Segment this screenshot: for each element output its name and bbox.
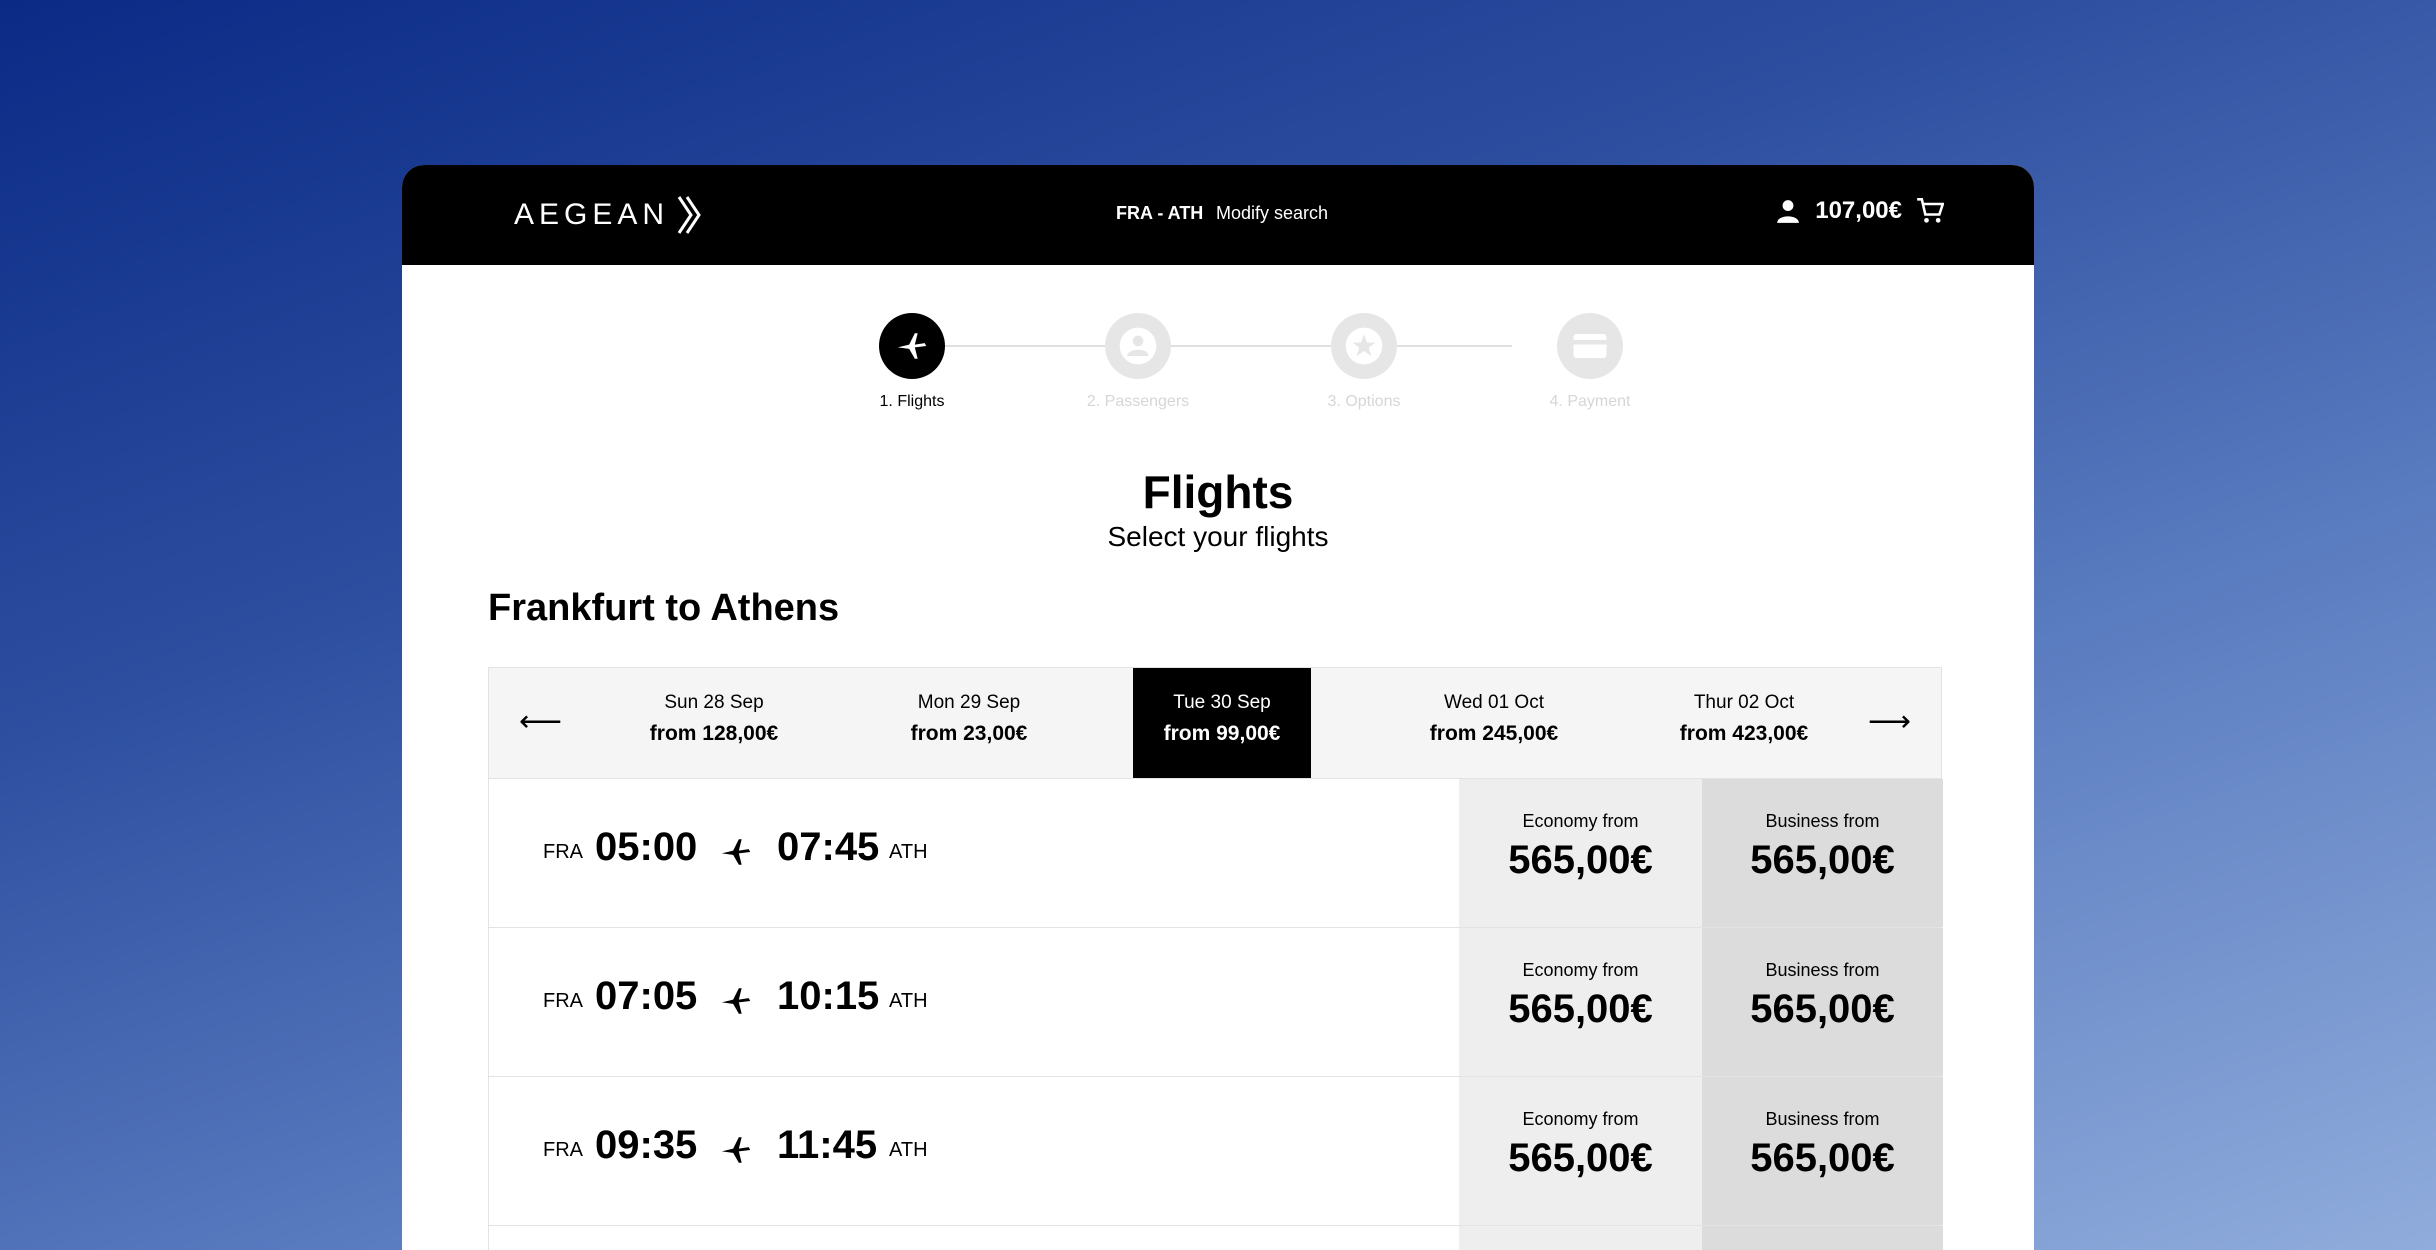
destination-code: ATH: [889, 841, 928, 863]
booking-window: AEGEAN FRA - ATH Modify search 107,00€ 1…: [402, 165, 2034, 1250]
business-label: Business from: [1765, 1109, 1880, 1129]
plane-icon: [879, 313, 945, 379]
economy-price: 565,00€: [1508, 987, 1653, 1031]
aegean-logo[interactable]: AEGEAN: [514, 195, 705, 235]
business-price: 565,00€: [1750, 838, 1895, 882]
departure-time: 05:00: [595, 825, 698, 869]
step-options[interactable]: 3. Options: [1274, 313, 1454, 411]
flight-row[interactable]: FRA 05:00 07:45 ATH Economy from 565,00€…: [488, 779, 1943, 928]
step-label: 1. Flights: [879, 393, 945, 410]
user-icon[interactable]: [1775, 198, 1801, 224]
business-label: Business from: [1765, 960, 1880, 980]
page-title: Flights: [1142, 466, 1294, 518]
date-day: Wed 01 Oct: [1444, 692, 1544, 713]
business-price: 565,00€: [1750, 1136, 1895, 1180]
economy-fare[interactable]: Economy from 565,00€: [1459, 1077, 1702, 1225]
arrival-time: 10:15: [777, 974, 880, 1018]
date-day: Thur 02 Oct: [1693, 692, 1795, 713]
economy-price: 565,00€: [1508, 838, 1653, 882]
step-label: 4. Payment: [1549, 393, 1631, 410]
date-option[interactable]: Thur 02 Oct from 423,00€: [1619, 668, 1869, 778]
departure-time: 07:05: [595, 974, 698, 1018]
page-subtitle: Select your flights: [1107, 521, 1329, 552]
destination-code: ATH: [889, 990, 928, 1012]
cart-total: 107,00€: [1815, 197, 1902, 224]
origin-code: FRA: [543, 841, 583, 863]
route-heading: Frankfurt to Athens: [488, 587, 840, 629]
star-icon: [1331, 313, 1397, 379]
economy-fare[interactable]: Economy from 565,00€: [1459, 779, 1702, 927]
route-code: FRA - ATH: [1116, 203, 1204, 223]
date-day: Mon 29 Sep: [917, 692, 1021, 713]
date-option[interactable]: Sun 28 Sep from 128,00€: [589, 668, 839, 778]
cart-icon[interactable]: [1916, 197, 1944, 225]
progress-stepper: 1. Flights 2. Passengers 3. Options 4. P…: [822, 313, 1630, 423]
arrival-time: 11:45: [777, 1123, 878, 1167]
business-label: Business from: [1765, 811, 1880, 831]
date-option[interactable]: Wed 01 Oct from 245,00€: [1369, 668, 1619, 778]
economy-label: Economy from: [1522, 1109, 1639, 1129]
step-flights[interactable]: 1. Flights: [822, 313, 1002, 411]
logo-mark-icon: [675, 195, 705, 235]
origin-code: FRA: [543, 1139, 583, 1161]
date-day: Sun 28 Sep: [664, 692, 764, 713]
economy-fare[interactable]: Economy from 565,00€: [1459, 928, 1702, 1076]
plane-icon: [719, 835, 753, 874]
arrow-left-icon[interactable]: ⟵: [519, 704, 562, 739]
flight-row[interactable]: FRA 07:05 10:15 ATH Economy from 565,00€…: [488, 928, 1943, 1077]
economy-fare-partial: [1459, 1226, 1702, 1250]
card-icon: [1557, 313, 1623, 379]
modify-search-link[interactable]: Modify search: [1216, 203, 1328, 224]
date-price: from 23,00€: [910, 722, 1028, 745]
destination-code: ATH: [889, 1139, 928, 1161]
date-day: Tue 30 Sep: [1173, 692, 1271, 713]
step-payment[interactable]: 4. Payment: [1500, 313, 1680, 411]
date-price: from 99,00€: [1163, 722, 1281, 745]
date-option[interactable]: Mon 29 Sep from 23,00€: [844, 668, 1094, 778]
arrow-right-icon[interactable]: ⟶: [1868, 704, 1911, 739]
flight-row-partial: [488, 1226, 1943, 1250]
economy-label: Economy from: [1522, 811, 1639, 831]
person-icon: [1105, 313, 1171, 379]
step-label: 3. Options: [1327, 393, 1401, 410]
business-fare[interactable]: Business from 565,00€: [1702, 928, 1943, 1076]
departure-time: 09:35: [595, 1123, 698, 1167]
origin-code: FRA: [543, 990, 583, 1012]
plane-icon: [719, 1133, 753, 1172]
economy-label: Economy from: [1522, 960, 1639, 980]
step-passengers[interactable]: 2. Passengers: [1048, 313, 1228, 411]
business-fare[interactable]: Business from 565,00€: [1702, 1077, 1943, 1225]
date-price: from 128,00€: [649, 722, 779, 745]
account-area: 107,00€: [1775, 197, 1944, 225]
date-price: from 423,00€: [1679, 722, 1809, 745]
plane-icon: [719, 984, 753, 1023]
step-label: 2. Passengers: [1086, 393, 1190, 410]
date-price: from 245,00€: [1429, 722, 1559, 745]
date-selector: ⟵ Sun 28 Sep from 128,00€ Mon 29 Sep fro…: [488, 667, 1942, 779]
arrival-time: 07:45: [777, 825, 880, 869]
flight-row[interactable]: FRA 09:35 11:45 ATH Economy from 565,00€…: [488, 1077, 1943, 1226]
top-bar: AEGEAN FRA - ATH Modify search 107,00€: [402, 165, 2034, 265]
business-fare[interactable]: Business from 565,00€: [1702, 779, 1943, 927]
date-option-selected[interactable]: Tue 30 Sep from 99,00€: [1133, 668, 1311, 778]
flight-list: FRA 05:00 07:45 ATH Economy from 565,00€…: [488, 779, 1943, 1250]
logo-text: AEGEAN: [514, 198, 670, 231]
economy-price: 565,00€: [1508, 1136, 1653, 1180]
business-fare-partial: [1702, 1226, 1943, 1250]
business-price: 565,00€: [1750, 987, 1895, 1031]
